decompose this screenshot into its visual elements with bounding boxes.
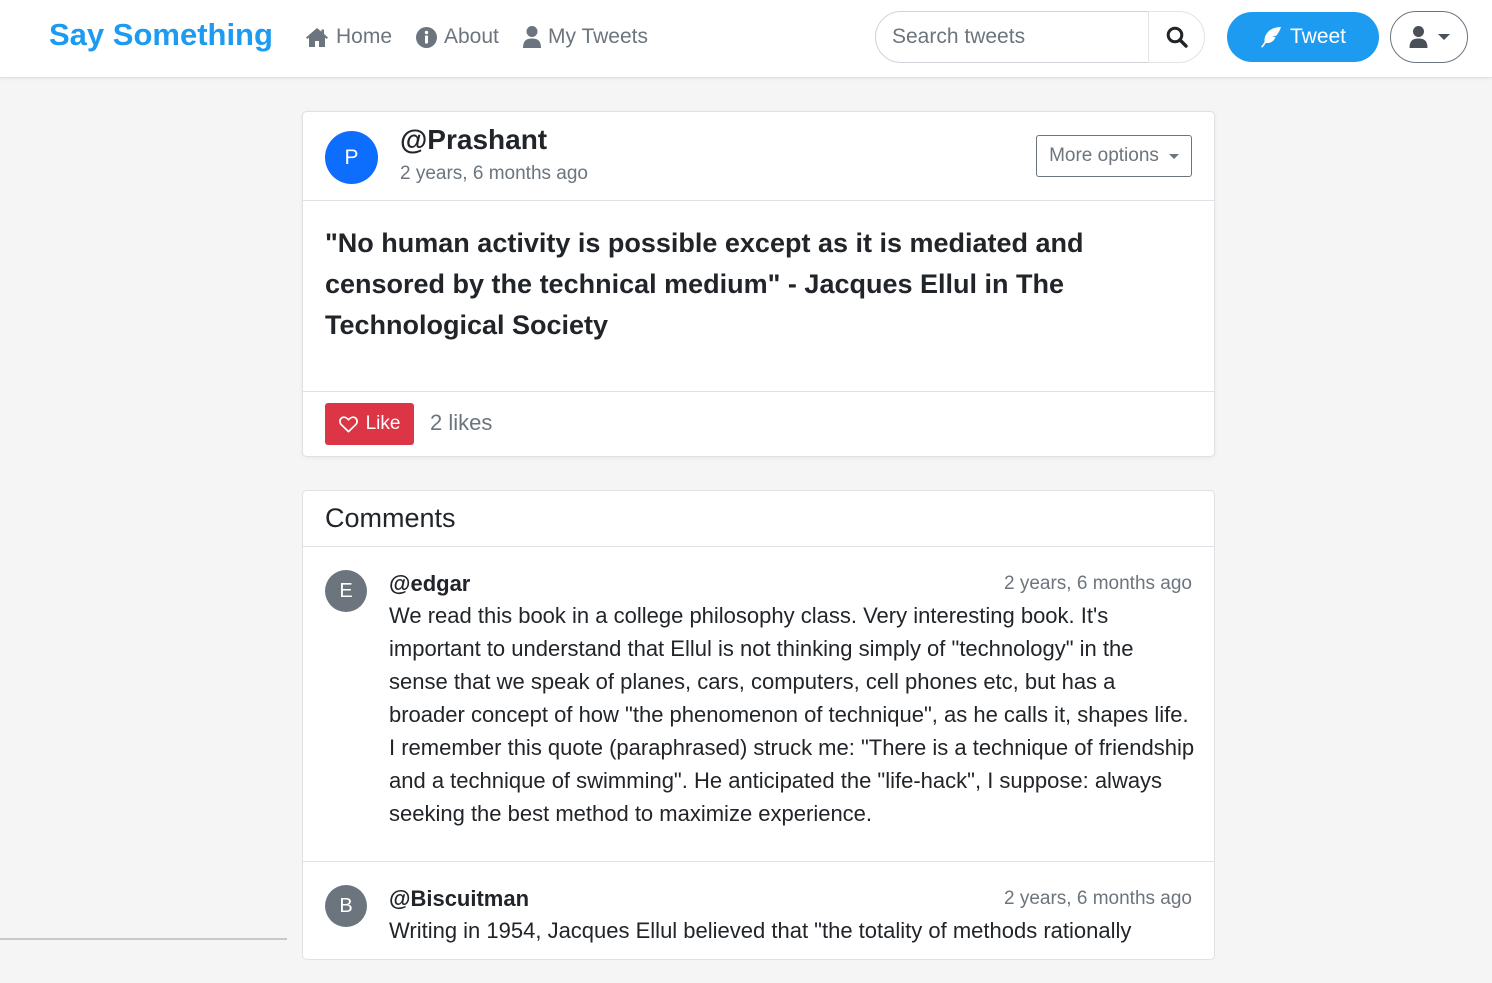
author-name[interactable]: @Prashant	[400, 124, 547, 156]
chevron-down-icon	[1168, 153, 1179, 159]
nav-my-tweets[interactable]: My Tweets	[523, 22, 648, 52]
chevron-down-icon	[1437, 34, 1450, 40]
more-options-label: More options	[1049, 145, 1159, 166]
new-tweet-label: Tweet	[1289, 25, 1347, 48]
user-icon	[523, 26, 541, 48]
comments-header: Comments	[303, 491, 1214, 547]
commenter-name[interactable]: @edgar	[389, 571, 470, 597]
nav-my-tweets-label: My Tweets	[548, 25, 648, 48]
search-input[interactable]	[875, 11, 1150, 63]
tweet-card: P @Prashant 2 years, 6 months ago More o…	[302, 111, 1215, 457]
heart-icon	[338, 415, 358, 432]
nav-about-label: About	[444, 25, 499, 48]
like-count: 2 likes	[430, 410, 493, 435]
comment-text: Writing in 1954, Jacques Ellul believed …	[389, 918, 1132, 943]
author-avatar[interactable]: P	[325, 131, 378, 184]
commenter-avatar[interactable]: B	[325, 885, 367, 927]
search-button[interactable]	[1148, 11, 1205, 63]
comments-card: Comments E @edgar 2 years, 6 months ago …	[302, 490, 1215, 960]
brand-logo[interactable]: Say Something	[49, 17, 273, 53]
user-icon	[1409, 26, 1427, 48]
more-options-button[interactable]: More options	[1036, 135, 1192, 177]
tweet-header: P @Prashant 2 years, 6 months ago More o…	[303, 112, 1214, 201]
comment-item: B @Biscuitman 2 years, 6 months ago Writ…	[303, 863, 1214, 983]
nav-about[interactable]: About	[416, 22, 499, 52]
new-tweet-button[interactable]: Tweet	[1227, 12, 1379, 62]
home-icon	[306, 27, 328, 47]
comment-item: E @edgar 2 years, 6 months ago We read t…	[303, 548, 1214, 862]
comment-timestamp: 2 years, 6 months ago	[1004, 573, 1192, 594]
search-icon	[1166, 26, 1188, 48]
tweet-content: "No human activity is possible except as…	[325, 228, 1084, 340]
nav-home[interactable]: Home	[305, 22, 392, 52]
comment-text: We read this book in a college philosoph…	[389, 603, 1195, 826]
commenter-avatar[interactable]: E	[325, 570, 367, 612]
commenter-name[interactable]: @Biscuitman	[389, 886, 529, 912]
user-menu-dropdown[interactable]	[1390, 11, 1468, 63]
like-label: Like	[365, 413, 401, 434]
comment-timestamp: 2 years, 6 months ago	[1004, 888, 1192, 909]
tweet-timestamp: 2 years, 6 months ago	[400, 163, 588, 184]
tweet-footer: Like 2 likes	[303, 391, 1214, 456]
top-navbar: Say Something Home About My Tweets T	[0, 0, 1492, 78]
comments-title: Comments	[325, 503, 456, 533]
like-button[interactable]: Like	[325, 403, 414, 445]
feather-icon	[1260, 27, 1281, 48]
info-icon	[416, 26, 437, 48]
nav-home-label: Home	[336, 25, 393, 48]
